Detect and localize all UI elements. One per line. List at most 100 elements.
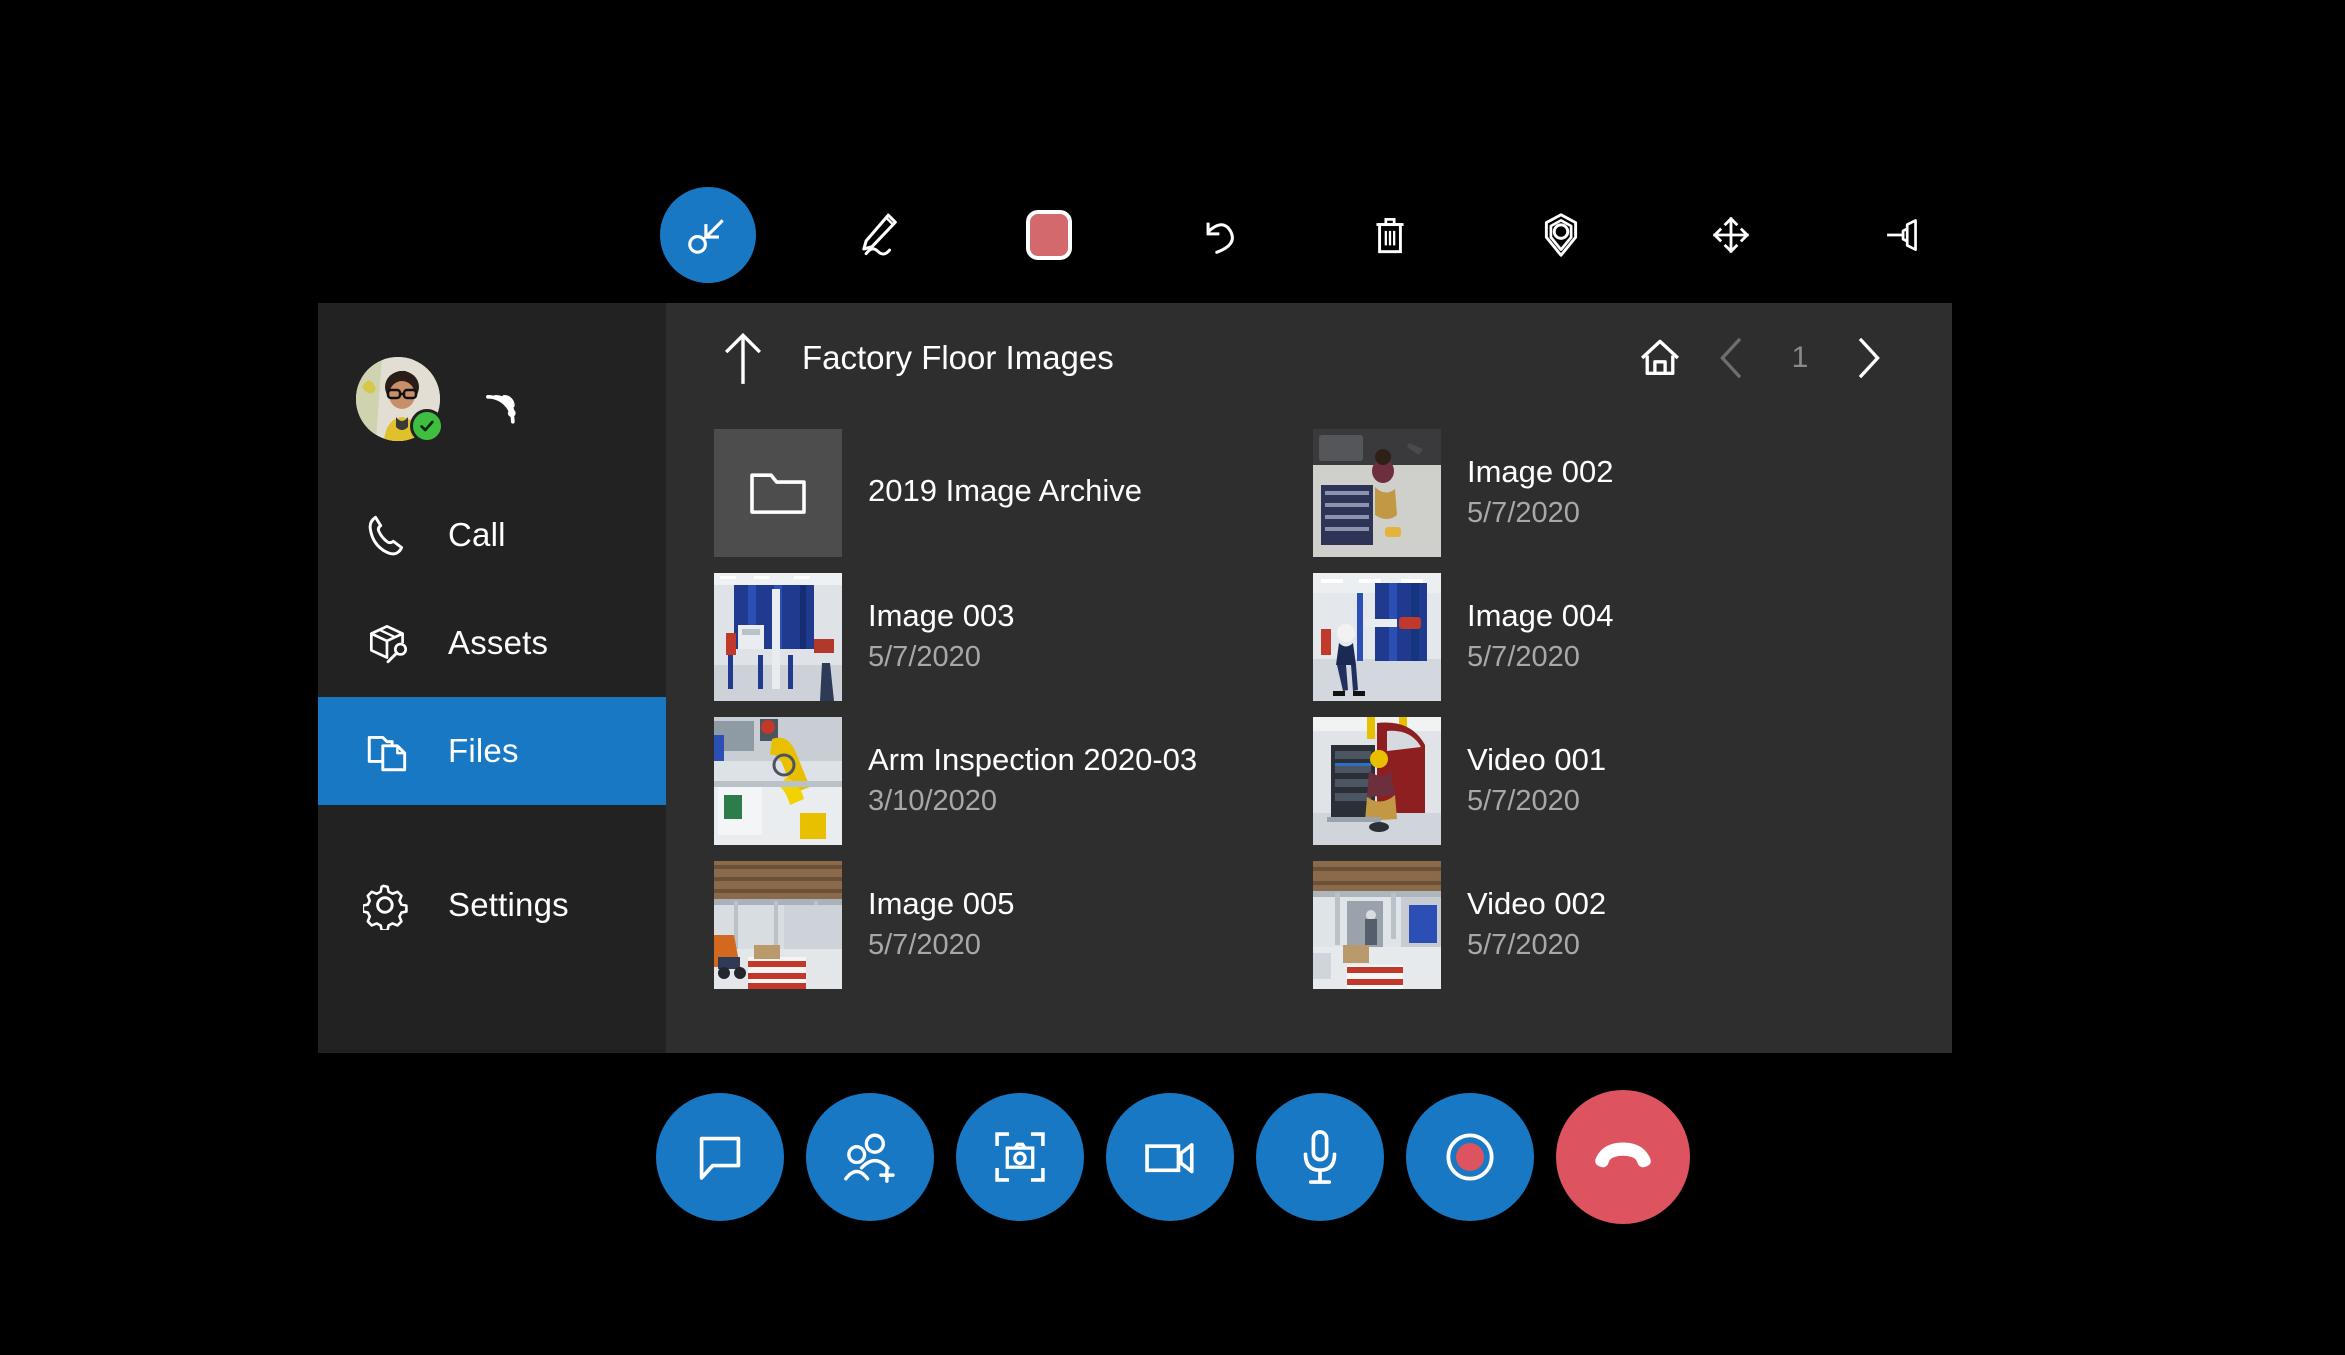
add-person-button[interactable] <box>805 1093 934 1221</box>
home-icon <box>1640 339 1680 375</box>
pushpin-icon <box>1887 219 1917 251</box>
video-camera-icon <box>1144 1143 1194 1174</box>
video-toggle-button[interactable] <box>1105 1093 1234 1221</box>
pen-icon <box>861 213 897 256</box>
select-tool-button[interactable] <box>660 187 756 283</box>
cursor-select-icon <box>688 219 724 254</box>
thumbnail-image <box>714 717 842 845</box>
file-name: Image 002 <box>1467 453 1614 489</box>
thumbnail <box>1313 861 1441 989</box>
thumbnail <box>714 717 842 845</box>
file-text: Image 003 5/7/2020 <box>868 597 1015 678</box>
app-sidebar: Call Assets Files Settings <box>318 303 666 1053</box>
chevron-left-icon <box>1720 337 1742 379</box>
file-date: 5/7/2020 <box>868 641 981 674</box>
file-name: Video 001 <box>1467 741 1607 777</box>
files-panel: Call Assets Files Settings Factory Floor… <box>318 303 1952 1053</box>
undo-icon <box>1206 222 1234 254</box>
ink-color-button[interactable] <box>1001 187 1097 283</box>
file-date: 5/7/2020 <box>1467 497 1580 530</box>
sidebar-item-files[interactable]: Files <box>318 697 666 805</box>
mute-button[interactable] <box>1255 1093 1384 1221</box>
list-item[interactable]: Video 002 5/7/2020 <box>1313 853 1904 997</box>
sidebar-item-label: Settings <box>448 886 569 923</box>
file-date: 5/7/2020 <box>1467 929 1580 962</box>
file-name: Image 005 <box>868 885 1015 921</box>
thumbnail <box>714 861 842 989</box>
file-date: 3/10/2020 <box>868 785 998 818</box>
ink-pen-tool-button[interactable] <box>831 187 927 283</box>
folder-icon <box>750 473 806 514</box>
checkmark-icon <box>420 420 434 432</box>
list-item[interactable]: Image 002 5/7/2020 <box>1313 421 1904 565</box>
color-swatch-icon <box>1026 210 1073 260</box>
file-name: 2019 Image Archive <box>868 473 1143 509</box>
place-anchor-button[interactable] <box>1513 187 1609 283</box>
file-date: 5/7/2020 <box>1467 785 1580 818</box>
list-item[interactable]: Arm Inspection 2020-03 3/10/2020 <box>714 709 1305 853</box>
sidebar-nav: Call Assets Files Settings <box>318 481 666 959</box>
file-name: Arm Inspection 2020-03 <box>868 741 1198 777</box>
sidebar-item-call[interactable]: Call <box>318 481 666 589</box>
list-item[interactable]: 2019 Image Archive <box>714 421 1305 565</box>
list-item[interactable]: Image 004 5/7/2020 <box>1313 565 1904 709</box>
record-button[interactable] <box>1405 1093 1534 1221</box>
file-text: Image 005 5/7/2020 <box>868 885 1015 966</box>
file-text: Video 001 5/7/2020 <box>1467 741 1606 822</box>
sidebar-item-label: Assets <box>448 624 549 661</box>
next-page-button[interactable] <box>1832 322 1904 394</box>
presence-badge <box>410 409 444 443</box>
thumbnail-image <box>1313 429 1441 557</box>
annotation-toolbar <box>660 185 1950 285</box>
file-text: Arm Inspection 2020-03 3/10/2020 <box>868 741 1197 822</box>
file-text: Video 002 5/7/2020 <box>1467 885 1606 966</box>
file-date: 5/7/2020 <box>1467 641 1580 674</box>
record-icon <box>1445 1133 1494 1181</box>
capture-photo-button[interactable] <box>955 1093 1084 1221</box>
file-name: Image 004 <box>1467 597 1614 633</box>
thumbnail-image <box>714 861 842 989</box>
undo-button[interactable] <box>1172 187 1268 283</box>
thumbnail <box>714 429 842 557</box>
thumbnail <box>1313 717 1441 845</box>
list-item[interactable]: Image 005 5/7/2020 <box>714 853 1305 997</box>
sidebar-item-label: Files <box>448 732 519 769</box>
thumbnail-image <box>1313 861 1441 989</box>
page-number: 1 <box>1791 341 1809 374</box>
files-folder-icon <box>362 725 414 777</box>
sidebar-item-label: Call <box>448 516 506 553</box>
wifi-signal-icon <box>476 373 528 425</box>
files-content: Factory Floor Images 1 2019 Image Archiv… <box>666 303 1952 1053</box>
pager: 1 <box>1624 322 1904 394</box>
thumbnail <box>714 573 842 701</box>
delete-button[interactable] <box>1342 187 1438 283</box>
pin-panel-button[interactable] <box>1854 187 1950 283</box>
file-grid: 2019 Image Archive Image 002 5/7/2020 Im… <box>666 413 1952 997</box>
avatar[interactable] <box>356 357 444 443</box>
sidebar-item-settings[interactable]: Settings <box>318 851 666 959</box>
file-name: Image 003 <box>868 597 1015 633</box>
move-button[interactable] <box>1683 187 1779 283</box>
prev-page-button[interactable] <box>1696 322 1768 394</box>
file-date: 5/7/2020 <box>868 929 981 962</box>
list-item[interactable]: Image 003 5/7/2020 <box>714 565 1305 709</box>
chat-bubble-icon <box>699 1136 740 1180</box>
end-call-button[interactable] <box>1555 1090 1690 1224</box>
file-text: 2019 Image Archive <box>868 472 1142 514</box>
move-arrows-icon <box>1713 216 1750 254</box>
file-text: Image 004 5/7/2020 <box>1467 597 1614 678</box>
list-item[interactable]: Video 001 5/7/2020 <box>1313 709 1904 853</box>
sidebar-item-assets[interactable]: Assets <box>318 589 666 697</box>
chat-button[interactable] <box>655 1093 784 1221</box>
call-controls <box>0 1090 2345 1224</box>
file-text: Image 002 5/7/2020 <box>1467 453 1614 534</box>
arrow-up-icon[interactable] <box>718 331 768 385</box>
thumbnail-image <box>1313 717 1441 845</box>
end-call-icon <box>1594 1142 1651 1168</box>
thumbnail <box>1313 573 1441 701</box>
box-wrench-icon <box>362 617 414 669</box>
home-button[interactable] <box>1624 322 1696 394</box>
microphone-icon <box>1303 1130 1336 1184</box>
breadcrumb: Factory Floor Images <box>802 339 1114 376</box>
